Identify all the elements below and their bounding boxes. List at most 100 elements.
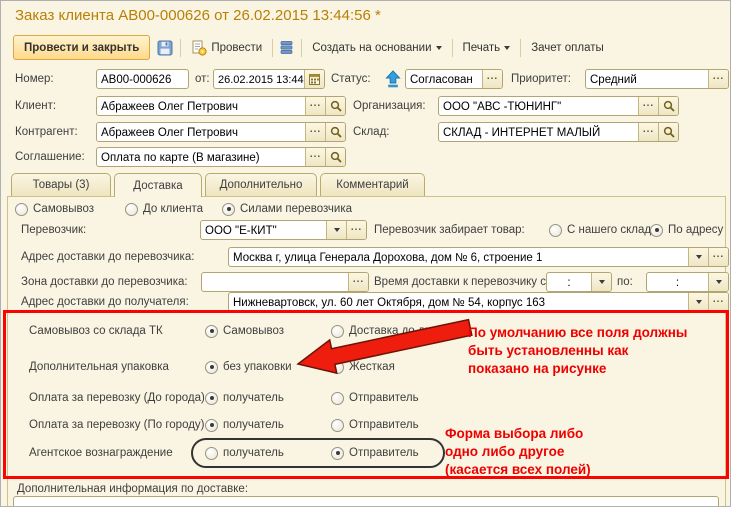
- chevron-down-icon: [696, 300, 702, 304]
- time-to-combobox[interactable]: :: [646, 272, 729, 292]
- status-choose-button[interactable]: ...: [482, 70, 502, 88]
- agreement-label: Соглашение:: [15, 147, 85, 167]
- time-to-value: :: [647, 273, 708, 291]
- client-value: Абражеев Олег Петрович: [97, 97, 305, 115]
- post-and-close-button[interactable]: Провести и закрыть: [13, 35, 150, 60]
- carrier-dropdown-button[interactable]: [326, 221, 346, 239]
- recipient-address-value: Нижневартовск, ул. 60 лет Октября, дом №…: [229, 293, 688, 311]
- chevron-down-icon: [436, 46, 442, 50]
- number-label: Номер:: [15, 69, 54, 89]
- chevron-down-icon: [334, 228, 340, 232]
- toolbar-separator: [452, 39, 453, 57]
- counterparty-choose-button[interactable]: ...: [305, 123, 325, 141]
- calendar-icon[interactable]: [304, 70, 324, 88]
- organization-label: Организация:: [353, 96, 426, 116]
- carrier-address-dropdown-button[interactable]: [688, 248, 708, 266]
- carrier-address-label: Адрес доставки до перевозчика:: [21, 247, 194, 267]
- radio-by-address[interactable]: По адресу: [650, 221, 723, 239]
- carrier-address-choose-button[interactable]: ...: [708, 248, 728, 266]
- time-to-label: по:: [617, 272, 633, 292]
- payment-offset-button[interactable]: Зачет оплаты: [528, 40, 607, 56]
- radio-by-carrier[interactable]: Силами перевозчика: [222, 200, 352, 218]
- carrier-combobox[interactable]: ООО "Е-КИТ" ...: [200, 220, 367, 240]
- counterparty-field[interactable]: Абражеев Олег Петрович ...: [96, 122, 346, 142]
- ellipsis-icon: ...: [353, 277, 364, 288]
- status-up-arrow-icon[interactable]: [385, 70, 401, 88]
- save-icon[interactable]: [157, 40, 173, 56]
- annotation-choice-form: Форма выбора либо одно либо другое (каса…: [445, 425, 591, 479]
- organization-field[interactable]: ООО "АВС -ТЮНИНГ" ...: [438, 96, 679, 116]
- status-value: Согласован: [406, 70, 482, 88]
- radio-pickup[interactable]: Самовывоз: [15, 200, 94, 218]
- ellipsis-icon: ...: [310, 152, 321, 163]
- annotation-default-values: По умолчанию все поля должны быть устано…: [468, 324, 687, 378]
- tab-additional[interactable]: Дополнительно: [205, 173, 317, 196]
- annotation-line: быть установленны как: [468, 342, 687, 360]
- carrier-address-value: Москва г, улица Генерала Дорохова, дом №…: [229, 248, 688, 266]
- carrier-pickup-label: Перевозчик забирает товар:: [374, 220, 525, 240]
- post-document-icon: [191, 40, 207, 56]
- radio-circle: [650, 224, 663, 237]
- create-based-on-label: Создать на основании: [312, 42, 431, 54]
- delivery-zone-field[interactable]: ...: [201, 272, 369, 292]
- priority-field[interactable]: Средний ...: [585, 69, 729, 89]
- tab-comment[interactable]: Комментарий: [320, 173, 425, 196]
- print-button[interactable]: Печать: [460, 40, 514, 56]
- priority-choose-button[interactable]: ...: [708, 70, 728, 88]
- carrier-value: ООО "Е-КИТ": [201, 221, 326, 239]
- status-label: Статус:: [331, 69, 371, 89]
- agreement-search-icon[interactable]: [325, 148, 345, 166]
- extra-info-value: [14, 497, 718, 507]
- time-from-combobox[interactable]: :: [546, 272, 612, 292]
- page-title: Заказ клиента АВ00-000626 от 26.02.2015 …: [15, 7, 381, 24]
- tab-goods[interactable]: Товары (3): [11, 173, 111, 196]
- recipient-address-choose-button[interactable]: ...: [708, 293, 728, 311]
- recipient-address-dropdown-button[interactable]: [688, 293, 708, 311]
- radio-agent-fee-sender[interactable]: Отправитель: [331, 444, 419, 462]
- time-from-dropdown-button[interactable]: [591, 273, 611, 291]
- status-field[interactable]: Согласован ...: [405, 69, 503, 89]
- client-field[interactable]: Абражеев Олег Петрович ...: [96, 96, 346, 116]
- client-search-icon[interactable]: [325, 97, 345, 115]
- warehouse-choose-button[interactable]: ...: [638, 123, 658, 141]
- radio-from-our-warehouse[interactable]: С нашего склада: [549, 221, 658, 239]
- chevron-down-icon: [696, 255, 702, 259]
- radio-circle: [125, 203, 138, 216]
- chevron-down-icon: [504, 46, 510, 50]
- tab-delivery[interactable]: Доставка: [114, 173, 202, 197]
- toolbar: Провести и закрыть Провест: [13, 35, 607, 60]
- ellipsis-icon: ...: [310, 101, 321, 112]
- organization-value: ООО "АВС -ТЮНИНГ": [439, 97, 638, 115]
- create-based-on-button[interactable]: Создать на основании: [309, 40, 444, 56]
- carrier-address-field[interactable]: Москва г, улица Генерала Дорохова, дом №…: [228, 247, 729, 267]
- ellipsis-icon: ...: [713, 297, 724, 308]
- number-field[interactable]: АВ00-000626: [96, 69, 189, 89]
- agreement-choose-button[interactable]: ...: [305, 148, 325, 166]
- document-list-icon[interactable]: [280, 40, 294, 55]
- agreement-field[interactable]: Оплата по карте (В магазине) ...: [96, 147, 346, 167]
- radio-agent-fee-recipient[interactable]: получатель: [205, 444, 284, 462]
- date-label: от:: [195, 69, 210, 89]
- extra-info-field[interactable]: [13, 496, 719, 507]
- warehouse-field[interactable]: СКЛАД - ИНТЕРНЕТ МАЛЫЙ ...: [438, 122, 679, 142]
- organization-search-icon[interactable]: [658, 97, 678, 115]
- annotation-line: (касается всех полей): [445, 461, 591, 479]
- carrier-choose-button[interactable]: ...: [346, 221, 366, 239]
- client-label: Клиент:: [15, 96, 56, 116]
- delivery-zone-choose-button[interactable]: ...: [348, 273, 368, 291]
- chevron-down-icon: [716, 280, 722, 284]
- client-choose-button[interactable]: ...: [305, 97, 325, 115]
- recipient-address-label: Адрес доставки до получателя:: [21, 292, 189, 312]
- counterparty-search-icon[interactable]: [325, 123, 345, 141]
- recipient-address-field[interactable]: Нижневартовск, ул. 60 лет Октября, дом №…: [228, 292, 729, 312]
- radio-to-client[interactable]: До клиента: [125, 200, 203, 218]
- post-button[interactable]: Провести: [188, 38, 265, 58]
- agreement-value: Оплата по карте (В магазине): [97, 148, 305, 166]
- radio-circle: [549, 224, 562, 237]
- organization-choose-button[interactable]: ...: [638, 97, 658, 115]
- warehouse-value: СКЛАД - ИНТЕРНЕТ МАЛЫЙ: [439, 123, 638, 141]
- date-field[interactable]: 26.02.2015 13:44:56: [213, 69, 325, 89]
- warehouse-search-icon[interactable]: [658, 123, 678, 141]
- post-button-label: Провести: [211, 42, 262, 54]
- time-to-dropdown-button[interactable]: [708, 273, 728, 291]
